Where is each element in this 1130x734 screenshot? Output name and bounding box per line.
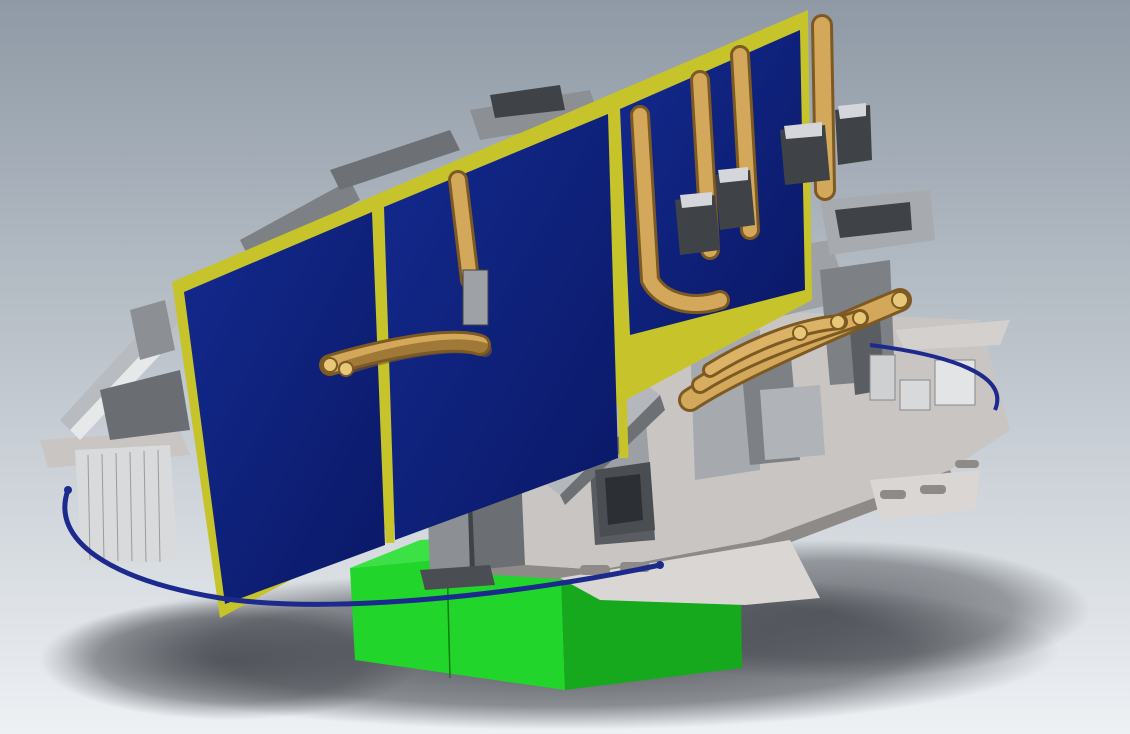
- assembly-model-view[interactable]: [0, 0, 1130, 734]
- cad-viewport[interactable]: [0, 0, 1130, 734]
